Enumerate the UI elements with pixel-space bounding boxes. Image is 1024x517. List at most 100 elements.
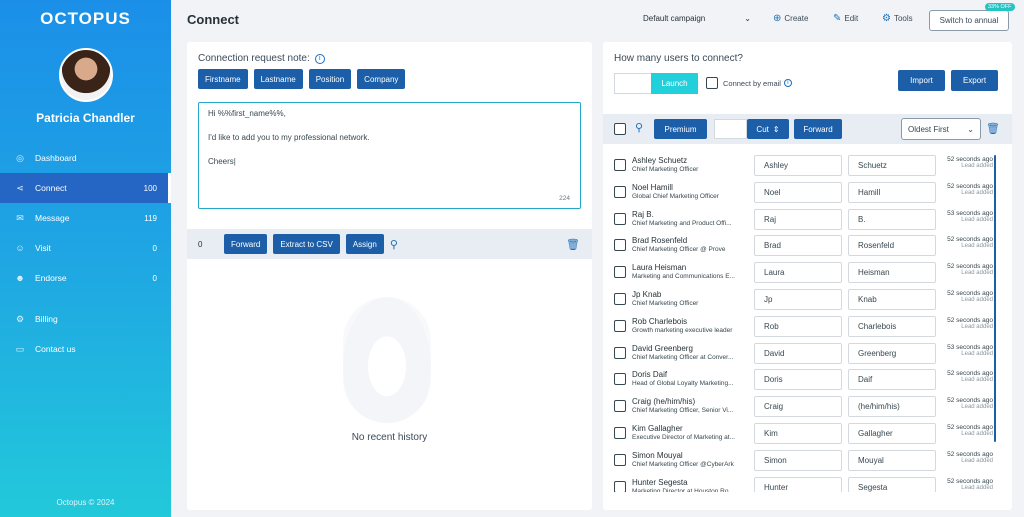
sidebar-item-billing[interactable]: ⚙ Billing xyxy=(0,304,171,334)
campaign-select[interactable]: Default campaign ⌄ xyxy=(643,14,751,23)
sort-select[interactable]: Oldest First ⌄ xyxy=(901,118,981,140)
last-name-field[interactable]: B. xyxy=(848,208,936,230)
first-name-field[interactable]: Rob xyxy=(754,315,842,337)
row-checkbox[interactable] xyxy=(614,292,626,305)
info-icon[interactable]: i xyxy=(783,79,792,87)
list-item[interactable]: Simon Mouyal Chief Marketing Officer @Cyb… xyxy=(603,447,1012,474)
note-textarea[interactable]: Hi %%first_name%%, I'd like to add you t… xyxy=(198,102,581,209)
last-name-field[interactable]: Segesta xyxy=(848,476,936,492)
row-checkbox[interactable] xyxy=(614,212,626,225)
last-name-field[interactable]: Schuetz xyxy=(848,155,936,176)
row-checkbox[interactable] xyxy=(614,373,626,386)
list-item[interactable]: David Greenberg Chief Marketing Officer a… xyxy=(603,340,1012,367)
search-icon[interactable]: ⚲ xyxy=(390,238,398,251)
tools-button[interactable]: ⚙ Tools xyxy=(882,13,913,24)
search-icon[interactable]: ⚲ xyxy=(635,121,643,134)
row-checkbox[interactable] xyxy=(614,239,626,252)
last-name-field[interactable]: Daif xyxy=(848,369,936,391)
info-icon[interactable]: i xyxy=(314,53,325,64)
row-checkbox[interactable] xyxy=(614,159,626,171)
first-name-field[interactable]: Raj xyxy=(754,208,842,230)
sidebar-item-connect[interactable]: ⋖ Connect 100 xyxy=(0,173,171,203)
sidebar-item-visit[interactable]: ☺ Visit 0 xyxy=(0,233,171,263)
person-name: David Greenberg xyxy=(632,343,693,353)
checkbox[interactable] xyxy=(706,77,718,89)
person-title: Chief Marketing Officer @CyberArk xyxy=(632,460,734,468)
list-item[interactable]: Ashley Schuetz Chief Marketing Officer Ash… xyxy=(603,152,1012,179)
connect-email-toggle[interactable]: Connect by email i xyxy=(706,77,792,89)
first-name-field[interactable]: Noel xyxy=(754,181,842,203)
list-item[interactable]: Doris Daif Head of Global Loyalty Marketi… xyxy=(603,366,1012,393)
last-name-field[interactable]: Knab xyxy=(848,288,936,310)
select-all-checkbox[interactable] xyxy=(614,123,626,135)
person-name: Jp Knab xyxy=(632,289,662,299)
first-name-field[interactable]: Kim xyxy=(754,422,842,444)
cut-button[interactable]: Cut ⇕ xyxy=(747,119,789,139)
first-name-field[interactable]: Laura xyxy=(754,262,842,284)
first-name-field[interactable]: Brad xyxy=(754,235,842,257)
first-name-field[interactable]: Jp xyxy=(754,288,842,310)
trash-icon[interactable]: 🗑 xyxy=(566,238,580,251)
switch-annual-button[interactable]: Switch to annual xyxy=(929,10,1009,31)
list-item[interactable]: Rob Charlebois Growth marketing executive… xyxy=(603,313,1012,340)
extract-csv-button[interactable]: Extract to CSV xyxy=(273,234,340,254)
first-name-field[interactable]: David xyxy=(754,342,842,364)
trash-icon[interactable]: 🗑 xyxy=(986,122,1000,135)
list-item[interactable]: Raj B. Chief Marketing and Product Offi..… xyxy=(603,206,1012,233)
export-button[interactable]: Export xyxy=(951,70,998,91)
sidebar-item-contact[interactable]: ▭ Contact us xyxy=(0,334,171,364)
first-name-field[interactable]: Ashley xyxy=(754,155,842,176)
cut-count-input[interactable] xyxy=(714,119,747,139)
sidebar-item-label: Billing xyxy=(35,314,58,324)
row-checkbox[interactable] xyxy=(614,319,626,332)
first-name-field[interactable]: Hunter xyxy=(754,476,842,492)
create-button[interactable]: ⊕ Create xyxy=(773,13,808,24)
edit-button[interactable]: ✎ Edit xyxy=(833,13,858,24)
row-meta: 52 seconds ago Lead added xyxy=(941,183,993,196)
row-checkbox[interactable] xyxy=(614,346,626,359)
last-name-field[interactable]: (he/him/his) xyxy=(848,396,936,418)
note-line: Cheers| xyxy=(208,157,236,166)
row-checkbox[interactable] xyxy=(614,426,626,439)
premium-button[interactable]: Premium xyxy=(654,119,707,139)
dashboard-icon: ◎ xyxy=(16,152,24,163)
quantity-input[interactable] xyxy=(614,73,651,94)
chip-company[interactable]: Company xyxy=(357,69,406,89)
forward-button[interactable]: Forward xyxy=(794,119,842,139)
chat-icon: ▭ xyxy=(15,343,25,354)
scrollbar[interactable] xyxy=(994,155,996,442)
last-name-field[interactable]: Rosenfeld xyxy=(848,235,936,257)
launch-button[interactable]: Launch xyxy=(651,73,698,94)
sidebar-item-message[interactable]: ✉ Message 119 xyxy=(0,203,171,233)
assign-button[interactable]: Assign xyxy=(345,234,384,254)
list-item[interactable]: Laura Heisman Marketing and Communication… xyxy=(603,259,1012,286)
sidebar-item-endorse[interactable]: ☻ Endorse 0 xyxy=(0,263,171,293)
list-item[interactable]: Brad Rosenfeld Chief Marketing Officer @ … xyxy=(603,232,1012,259)
first-name-field[interactable]: Doris xyxy=(754,369,842,391)
list-item[interactable]: Hunter Segesta Marketing Director at Hous… xyxy=(603,474,1012,492)
list-item[interactable]: Jp Knab Chief Marketing Officer Jp Knab 52 s… xyxy=(603,286,1012,313)
first-name-field[interactable]: Simon xyxy=(754,449,842,471)
row-checkbox[interactable] xyxy=(614,453,626,466)
forward-button[interactable]: Forward xyxy=(224,234,268,254)
last-name-field[interactable]: Gallagher xyxy=(848,422,936,444)
row-checkbox[interactable] xyxy=(614,480,626,492)
chip-position[interactable]: Position xyxy=(308,69,352,89)
last-name-field[interactable]: Heisman xyxy=(848,262,936,284)
row-checkbox[interactable] xyxy=(614,400,626,413)
sidebar-item-dashboard[interactable]: ◎ Dashboard xyxy=(0,143,171,173)
chip-firstname[interactable]: Firstname xyxy=(198,69,248,89)
import-button[interactable]: Import xyxy=(898,70,945,91)
list-item[interactable]: Noel Hamill Global Chief Marketing Office… xyxy=(603,179,1012,206)
list-item[interactable]: Kim Gallagher Executive Director of Marke… xyxy=(603,420,1012,447)
row-checkbox[interactable] xyxy=(614,266,626,279)
last-name-field[interactable]: Mouyal xyxy=(848,449,936,471)
first-name-field[interactable]: Craig xyxy=(754,396,842,418)
last-name-field[interactable]: Charlebois xyxy=(848,315,936,337)
row-checkbox[interactable] xyxy=(614,185,626,198)
chip-lastname[interactable]: Lastname xyxy=(253,69,303,89)
last-name-field[interactable]: Greenberg xyxy=(848,342,936,364)
person-title: Chief Marketing Officer xyxy=(632,299,699,307)
last-name-field[interactable]: Hamill xyxy=(848,181,936,203)
list-item[interactable]: Craig (he/him/his) Chief Marketing Office… xyxy=(603,393,1012,420)
